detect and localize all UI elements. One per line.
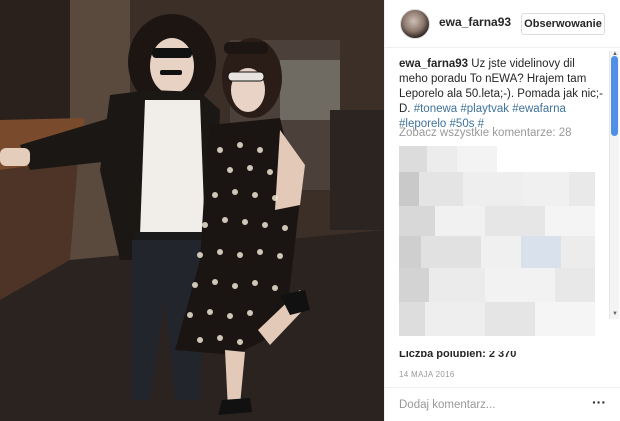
view-all-comments-link[interactable]: Zobacz wszystkie komentarze: 28 xyxy=(399,127,572,139)
avatar[interactable] xyxy=(400,9,430,39)
post-photo[interactable] xyxy=(0,0,384,421)
caption-username[interactable]: ewa_farna93 xyxy=(399,58,468,70)
pixelated-comments xyxy=(399,146,595,336)
hashtag-link[interactable]: #ewafarna xyxy=(512,103,566,115)
scrollbar-thumb[interactable] xyxy=(611,56,618,136)
scroll-down-icon[interactable]: ▼ xyxy=(611,311,619,318)
likes-count[interactable]: Liczba polubień: 2 370 xyxy=(399,351,516,359)
post-username[interactable]: ewa_farna93 xyxy=(439,15,511,29)
post-caption: ewa_farna93 Uz jste videlinovy dil meho … xyxy=(399,57,605,132)
hashtag-link[interactable]: #tonewa xyxy=(414,103,457,115)
post-header: ewa_farna93 Obserwowanie xyxy=(385,0,620,48)
scrollbar[interactable]: ▲ ▼ xyxy=(609,51,619,319)
post-date: 14 MAJA 2016 xyxy=(399,370,455,379)
following-button[interactable]: Obserwowanie xyxy=(521,13,605,35)
add-comment-input[interactable] xyxy=(399,396,579,414)
photo-illustration xyxy=(0,0,384,421)
more-options-icon[interactable]: ··· xyxy=(591,395,607,413)
post-sidebar: ewa_farna93 Obserwowanie ewa_farna93 Uz … xyxy=(384,0,620,421)
comment-bar: ··· xyxy=(385,387,620,421)
hashtag-link[interactable]: #playtvak xyxy=(460,103,509,115)
